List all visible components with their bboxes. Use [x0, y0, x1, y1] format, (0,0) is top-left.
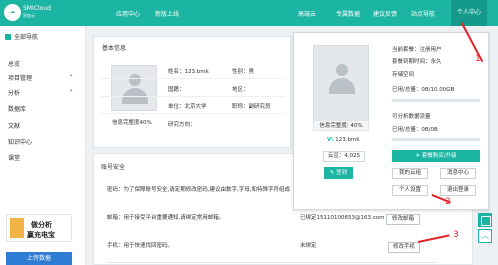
email-row: 邮箱：用于接受平台重要通知,请绑定常用邮箱。: [107, 215, 225, 221]
upload-data-banner[interactable]: 上传数据: [6, 252, 72, 265]
annotation-number-2: 2: [445, 197, 451, 207]
profile-avatar[interactable]: [111, 65, 157, 111]
email-status: 已绑定15110100653@163.com: [300, 215, 385, 221]
user-center-menu[interactable]: 个人中心: [451, 0, 487, 26]
storage-usage: 已用/总量：0B/10.00GB: [392, 87, 455, 93]
menu-grid-icon: [5, 34, 11, 40]
school-field: 单位：北京大学: [168, 104, 207, 110]
personal-settings-button[interactable]: 个人设置: [392, 185, 428, 196]
chevron-down-icon: ▾: [70, 88, 73, 94]
chevron-up-icon[interactable]: ︿: [478, 229, 492, 243]
logout-button[interactable]: 退出登录: [440, 185, 476, 196]
nav-site-map[interactable]: 站点导航: [411, 9, 435, 18]
sidebar-item-knowledge[interactable]: 知识中心: [8, 137, 32, 146]
popup-completeness: 信息完整度: 40%: [313, 120, 369, 131]
annotation-number-3: 3: [453, 230, 459, 240]
section-title-security: 账号安全: [101, 164, 126, 171]
top-navigation-bar: ☁ SMICloud 智能云 应用中心 新版上线 高端云 专属数据 建议反馈 站…: [0, 0, 498, 26]
research-field: 研究方向：: [168, 122, 196, 128]
nav-new-version[interactable]: 新版上线: [155, 9, 179, 18]
country-field: 国籍：: [168, 87, 185, 93]
gender-field: 性别：男: [232, 69, 255, 75]
section-title-basic-info: 基本信息: [102, 45, 127, 52]
vip-icon: V\: [327, 137, 334, 143]
popup-avatar[interactable]: [313, 45, 369, 125]
sidebar-item-analysis[interactable]: 分析 ▾: [8, 88, 73, 97]
brand-name: SMICloud: [23, 5, 51, 12]
sidebar-item-classroom[interactable]: 课堂: [8, 153, 20, 162]
phone-status: 未绑定: [300, 243, 317, 249]
change-email-button[interactable]: 修改邮箱: [386, 214, 420, 225]
nav-exclusive-data[interactable]: 专属数据: [336, 9, 360, 18]
sidebar-item-database[interactable]: 数据库: [8, 104, 26, 113]
sign-in-button[interactable]: ✎ 签到: [324, 167, 353, 179]
sidebar-all-nav[interactable]: 全部导航: [0, 31, 86, 44]
popup-user-id: V\ 123.bmk: [327, 137, 360, 143]
cloud-logo-icon: ☁: [4, 4, 21, 21]
nav-feedback[interactable]: 建议反馈: [373, 9, 397, 18]
title-field: 职称：副研究员: [232, 104, 271, 110]
user-silhouette-icon: [329, 64, 355, 94]
promo-line-1: 做分析: [31, 221, 52, 229]
change-phone-button[interactable]: 修改手机: [388, 242, 420, 253]
brand-logo[interactable]: ☁ SMICloud 智能云: [4, 3, 54, 23]
nav-high-end-cloud[interactable]: 高端云: [298, 9, 316, 18]
upgrade-plan-button[interactable]: ✈ 套餐购买/升级: [392, 150, 480, 162]
plan-expire: 套餐到期时间：永久: [392, 59, 442, 65]
my-cloud-group-button[interactable]: 我的云组: [392, 168, 428, 179]
profile-completeness: 信息完整度40%: [112, 120, 152, 126]
sidebar-item-overview[interactable]: 总览: [8, 59, 20, 68]
analysis-progress-bar: [392, 138, 480, 141]
sidebar-item-literature[interactable]: 文献: [8, 121, 20, 130]
sidebar-item-projects[interactable]: 项目管理 ▾: [8, 73, 73, 82]
brand-subtitle: 智能云: [23, 13, 35, 18]
power-bank-icon: [10, 218, 24, 238]
storage-progress-bar: [392, 99, 480, 102]
storage-title: 存储空间: [392, 72, 415, 78]
cloud-bean-count: 云豆：4,025: [323, 151, 365, 162]
analysis-usage: 已用/总量：0B/0B: [392, 127, 438, 133]
name-field: 姓名：123.bmk: [168, 69, 209, 75]
promo-banner[interactable]: 做分析 赢充电宝: [6, 214, 72, 242]
nav-app-center[interactable]: 应用中心: [116, 9, 140, 18]
analysis-title: 可分析数据流量: [392, 114, 431, 120]
annotation-number-1: 1: [475, 54, 481, 64]
user-center-dropdown: 信息完整度: 40% V\ 123.bmk 云豆：4,025 ✎ 签到 当前套餐：…: [293, 32, 489, 210]
message-center-button[interactable]: 消息中心: [440, 168, 476, 179]
current-plan: 当前套餐：注册用户: [392, 47, 442, 53]
region-field: 地区：: [232, 87, 249, 93]
promo-line-2: 赢充电宝: [27, 231, 55, 239]
qr-code-icon[interactable]: [478, 213, 492, 227]
password-row: 密码：为了保障账号安全,请定期修改密码,建议由数字,字母,和特殊字符组成: [107, 187, 291, 193]
phone-row: 手机：用于快速找回密码。: [107, 243, 174, 249]
chevron-down-icon: ▾: [70, 73, 73, 79]
